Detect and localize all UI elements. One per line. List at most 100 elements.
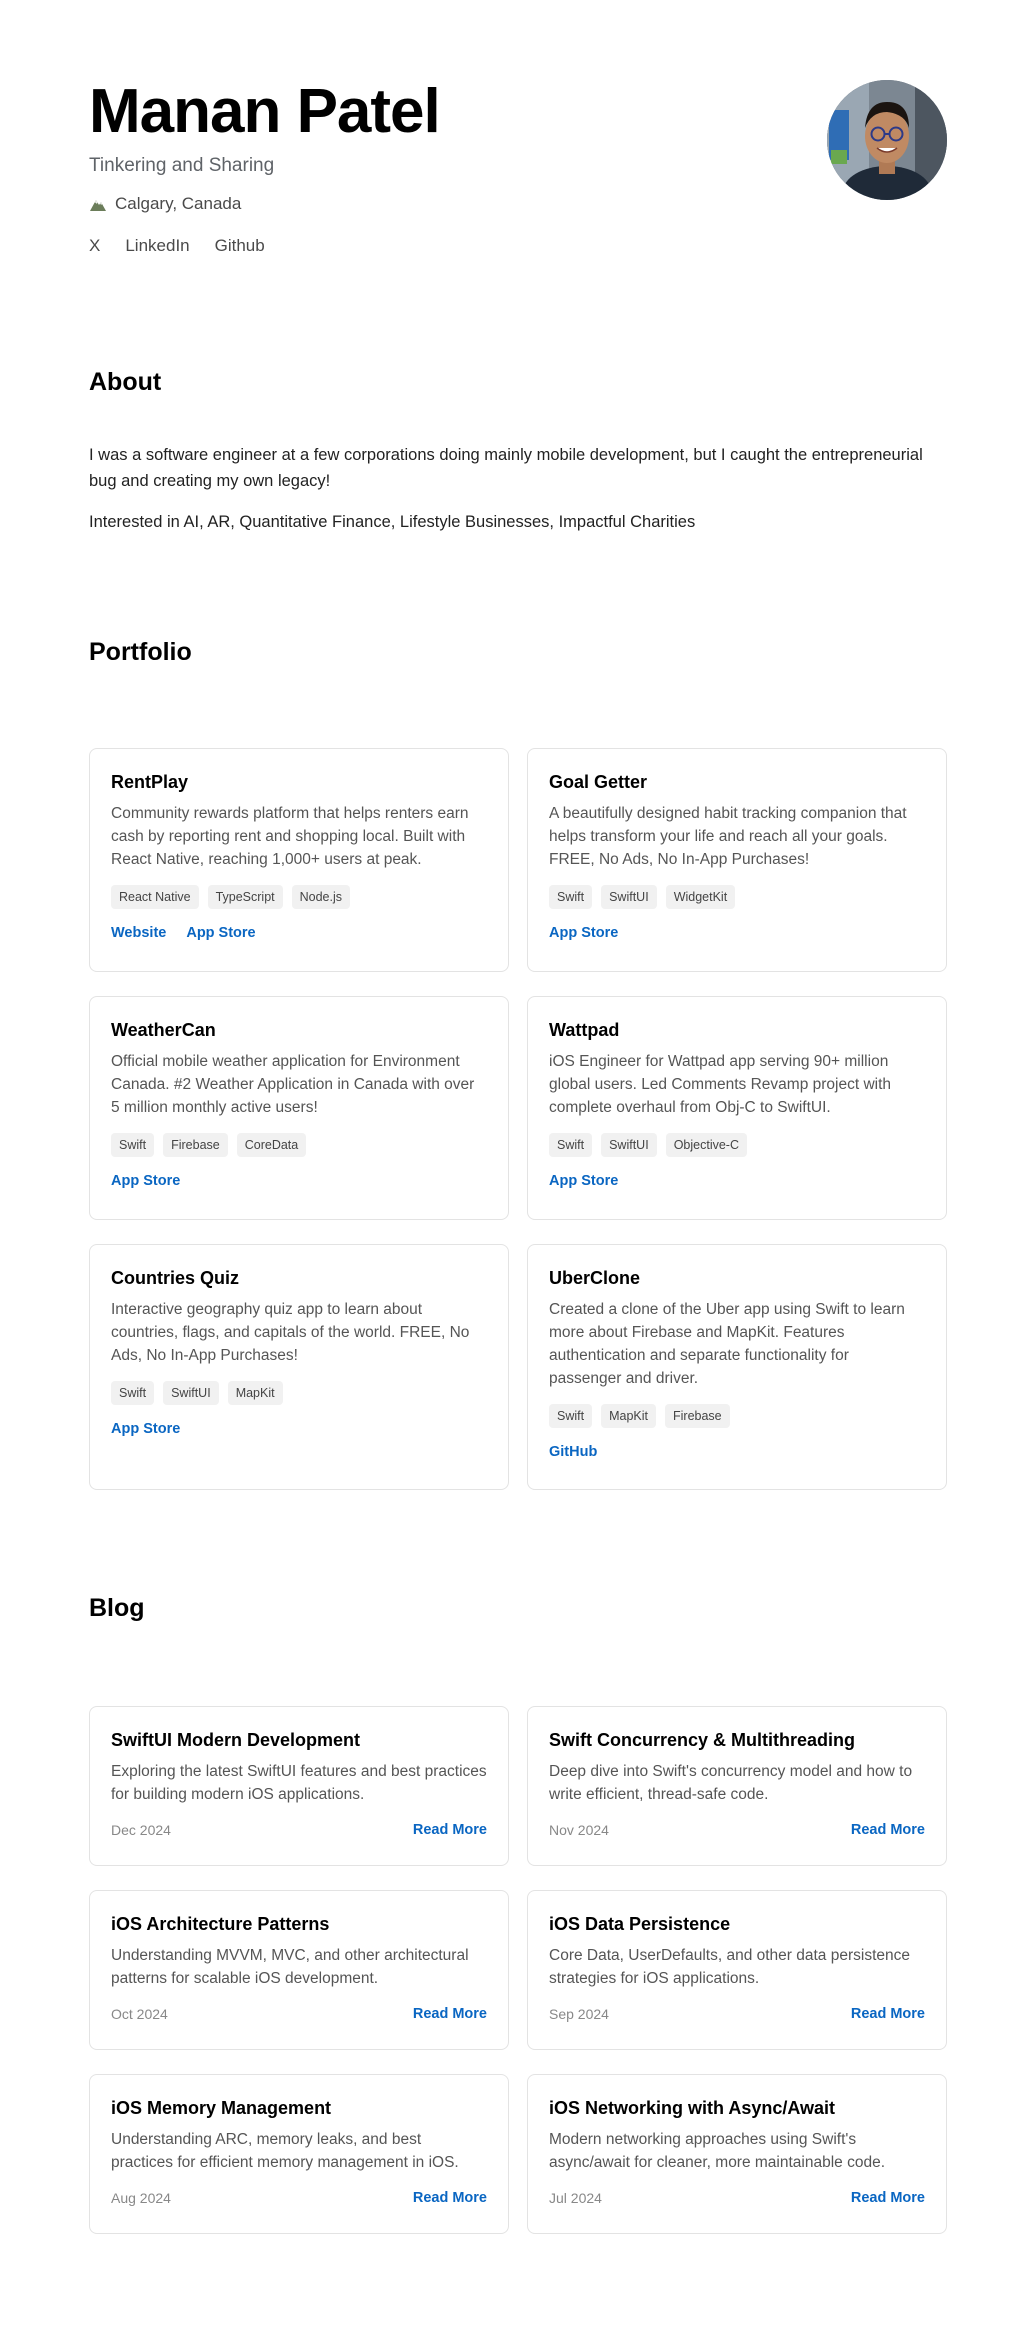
blog-card: iOS Memory Management Understanding ARC,…	[89, 2074, 509, 2234]
project-title: UberClone	[549, 1268, 641, 1288]
read-more-link[interactable]: Read More	[413, 2006, 487, 2022]
blog-card: iOS Data Persistence Core Data, UserDefa…	[527, 1890, 947, 2050]
github-link[interactable]: Github	[215, 236, 265, 256]
social-links: X LinkedIn Github	[89, 236, 947, 256]
blog-description: Deep dive into Swift's concurrency model…	[549, 1763, 913, 1803]
app-store-link[interactable]: App Store	[549, 1173, 618, 1189]
blog-date: Nov 2024	[549, 1822, 609, 1838]
project-card-wattpad: Wattpad iOS Engineer for Wattpad app ser…	[527, 996, 947, 1220]
portfolio-grid: RentPlay Community rewards platform that…	[89, 748, 947, 1490]
tag: Swift	[111, 1133, 155, 1157]
project-links: Website App Store	[111, 925, 487, 941]
app-store-link[interactable]: App Store	[111, 1421, 180, 1437]
tag: CoreData	[236, 1133, 307, 1157]
blog-meta: Aug 2024 Read More	[111, 2190, 487, 2206]
project-title: Countries Quiz	[111, 1268, 240, 1288]
app-store-link[interactable]: App Store	[111, 1173, 180, 1189]
project-title: RentPlay	[111, 772, 189, 792]
read-more-link[interactable]: Read More	[413, 2190, 487, 2206]
tag-list: Swift SwiftUI Objective-C	[549, 1133, 925, 1157]
profile-name: Manan Patel	[89, 77, 441, 146]
app-store-link[interactable]: App Store	[549, 925, 618, 941]
project-links: App Store	[111, 1421, 487, 1437]
about-heading: About	[89, 368, 162, 396]
read-more-link[interactable]: Read More	[851, 2006, 925, 2022]
read-more-link[interactable]: Read More	[851, 1822, 925, 1838]
blog-meta: Jul 2024 Read More	[549, 2190, 925, 2206]
project-card-countries-quiz: Countries Quiz Interactive geography qui…	[89, 1244, 509, 1490]
profile-header: Manan Patel Tinkering and Sharing Calgar…	[89, 76, 947, 276]
tag: WidgetKit	[665, 885, 736, 909]
tag: Swift	[111, 1381, 155, 1405]
tag: TypeScript	[207, 885, 283, 909]
blog-meta: Dec 2024 Read More	[111, 1822, 487, 1838]
blog-heading: Blog	[89, 1594, 145, 1622]
about-paragraph: I was a software engineer at a few corpo…	[89, 446, 923, 490]
mountain-icon	[90, 200, 106, 211]
blog-card: iOS Architecture Patterns Understanding …	[89, 1890, 509, 2050]
app-store-link[interactable]: App Store	[186, 925, 255, 941]
tag-list: Swift SwiftUI WidgetKit	[549, 885, 925, 909]
project-card-rentplay: RentPlay Community rewards platform that…	[89, 748, 509, 972]
blog-description: Exploring the latest SwiftUI features an…	[111, 1763, 487, 1803]
tag: Firebase	[665, 1404, 730, 1428]
blog-card: Swift Concurrency & Multithreading Deep …	[527, 1706, 947, 1866]
blog-description: Modern networking approaches using Swift…	[549, 2131, 886, 2171]
project-title: Goal Getter	[549, 772, 648, 792]
portfolio-heading: Portfolio	[89, 638, 192, 666]
blog-title: Swift Concurrency & Multithreading	[549, 1730, 856, 1750]
x-link[interactable]: X	[89, 236, 100, 256]
tag: Swift	[549, 1133, 593, 1157]
linkedin-link[interactable]: LinkedIn	[125, 236, 189, 256]
about-section: I was a software engineer at a few corpo…	[89, 442, 947, 535]
tag-list: Swift Firebase CoreData	[111, 1133, 487, 1157]
blog-meta: Sep 2024 Read More	[549, 2006, 925, 2022]
tag-list: React Native TypeScript Node.js	[111, 885, 487, 909]
project-card-weathercan: WeatherCan Official mobile weather appli…	[89, 996, 509, 1220]
blog-date: Oct 2024	[111, 2006, 168, 2022]
tag: Objective-C	[665, 1133, 747, 1157]
blog-card: SwiftUI Modern Development Exploring the…	[89, 1706, 509, 1866]
blog-card: iOS Networking with Async/Await Modern n…	[527, 2074, 947, 2234]
project-card-uberclone: UberClone Created a clone of the Uber ap…	[527, 1244, 947, 1490]
tag: MapKit	[601, 1404, 656, 1428]
tag: React Native	[111, 885, 199, 909]
blog-title: iOS Architecture Patterns	[111, 1914, 330, 1934]
blog-date: Jul 2024	[549, 2190, 602, 2206]
blog-date: Aug 2024	[111, 2190, 171, 2206]
read-more-link[interactable]: Read More	[851, 2190, 925, 2206]
tag: SwiftUI	[601, 1133, 657, 1157]
tag-list: Swift MapKit Firebase	[549, 1404, 925, 1428]
tag: Node.js	[291, 885, 351, 909]
blog-date: Sep 2024	[549, 2006, 609, 2022]
profile-tagline: Tinkering and Sharing	[89, 155, 275, 176]
tag: Firebase	[163, 1133, 228, 1157]
tag: Swift	[549, 1404, 593, 1428]
blog-title: iOS Data Persistence	[549, 1914, 731, 1934]
avatar	[827, 80, 947, 200]
blog-title: iOS Memory Management	[111, 2098, 332, 2118]
project-description: Created a clone of the Uber app using Sw…	[549, 1301, 905, 1387]
github-link[interactable]: GitHub	[549, 1444, 597, 1460]
profile-location: Calgary, Canada	[89, 194, 947, 214]
blog-description: Understanding MVVM, MVC, and other archi…	[111, 1947, 469, 1987]
project-links: GitHub	[549, 1444, 925, 1460]
project-description: Interactive geography quiz app to learn …	[111, 1301, 470, 1364]
tag: SwiftUI	[601, 885, 657, 909]
blog-title: SwiftUI Modern Development	[111, 1730, 361, 1750]
blog-description: Understanding ARC, memory leaks, and bes…	[111, 2131, 459, 2171]
project-description: iOS Engineer for Wattpad app serving 90+…	[549, 1053, 892, 1116]
project-links: App Store	[111, 1173, 487, 1189]
project-links: App Store	[549, 925, 925, 941]
blog-date: Dec 2024	[111, 1822, 171, 1838]
location-label: Calgary, Canada	[115, 194, 242, 213]
website-link[interactable]: Website	[111, 925, 166, 941]
blog-grid: SwiftUI Modern Development Exploring the…	[89, 1706, 947, 2234]
project-description: Community rewards platform that helps re…	[111, 805, 469, 868]
project-title: Wattpad	[549, 1020, 620, 1040]
read-more-link[interactable]: Read More	[413, 1822, 487, 1838]
tag: MapKit	[227, 1381, 283, 1405]
blog-meta: Oct 2024 Read More	[111, 2006, 487, 2022]
blog-meta: Nov 2024 Read More	[549, 1822, 925, 1838]
tag: SwiftUI	[163, 1381, 219, 1405]
